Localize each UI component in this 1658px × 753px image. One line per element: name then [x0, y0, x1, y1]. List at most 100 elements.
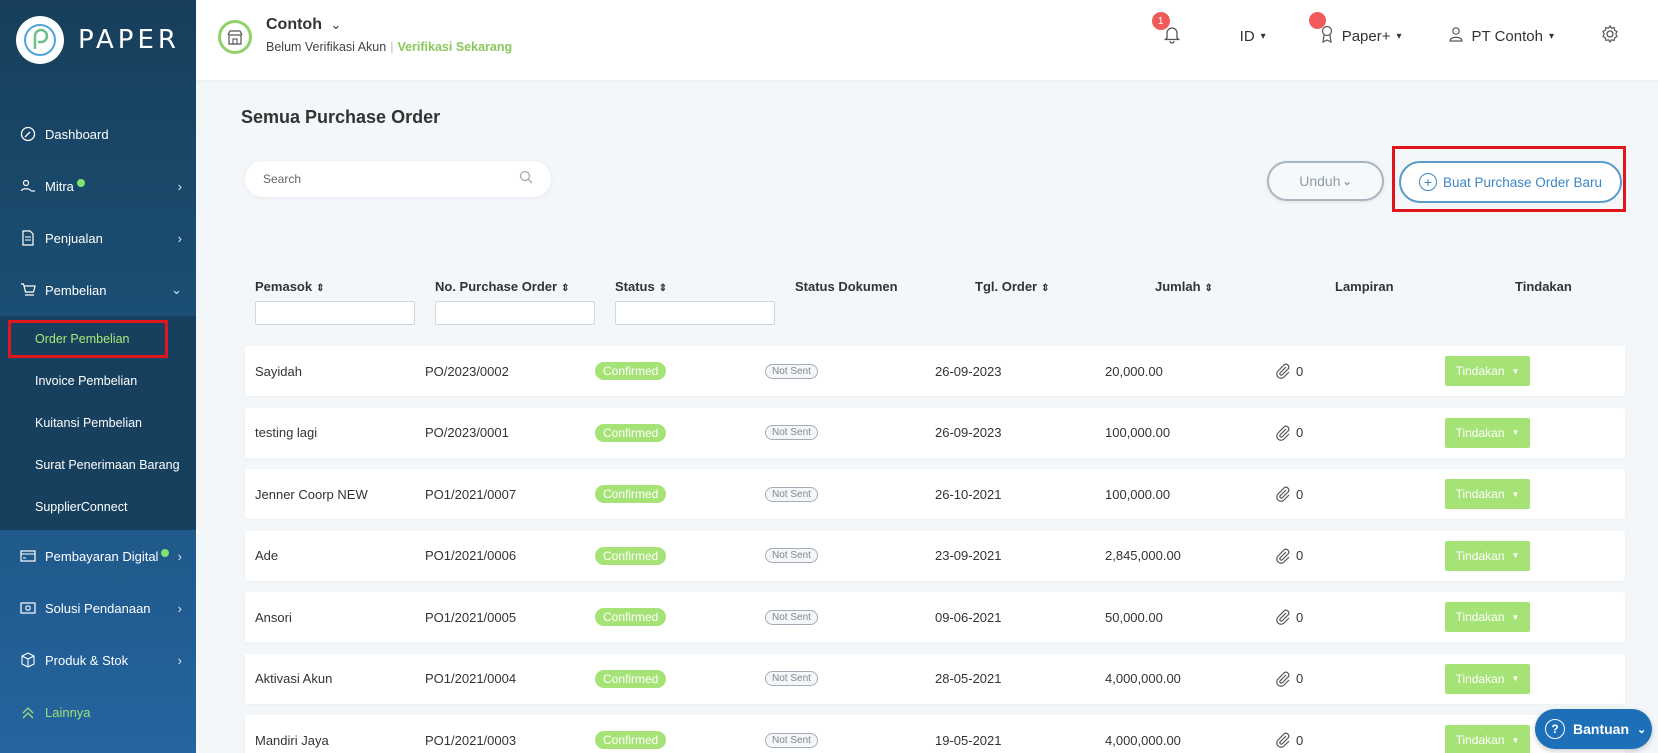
store-icon	[218, 20, 252, 54]
sort-icon: ⇕	[561, 283, 570, 294]
paperclip-icon	[1275, 548, 1291, 564]
verification-status: Belum Verifikasi Akun	[266, 40, 387, 54]
new-indicator-dot	[161, 548, 170, 557]
action-dropdown-button[interactable]: Tindakan ▼	[1445, 725, 1530, 753]
cell-po-number[interactable]: PO1/2021/0007	[425, 469, 516, 519]
cell-action: Tindakan ▼	[1445, 346, 1530, 396]
account-dropdown[interactable]: PT Contoh ▾	[1448, 26, 1554, 46]
attachment-count: 0	[1296, 609, 1304, 625]
action-dropdown-button[interactable]: Tindakan ▼	[1445, 602, 1530, 632]
search-input[interactable]	[263, 172, 519, 186]
caret-down-icon: ▾	[1396, 30, 1402, 42]
cell-attachments[interactable]: 0	[1275, 592, 1303, 642]
new-purchase-order-label: Buat Purchase Order Baru	[1442, 174, 1603, 190]
sidebar-item-mitra[interactable]: Mitra ›	[0, 160, 196, 212]
column-header-pemasok[interactable]: Pemasok ⇕	[255, 279, 324, 294]
table-row[interactable]: Jenner Coorp NEW PO1/2021/0007 Confirmed No…	[245, 469, 1625, 519]
table-row[interactable]: Sayidah PO/2023/0002 Confirmed Not Sent 26-0…	[245, 346, 1625, 396]
table-row[interactable]: testing lagi PO/2023/0001 Confirmed Not Sen…	[245, 407, 1625, 458]
language-dropdown[interactable]: ID ▾	[1240, 28, 1266, 45]
cell-order-date: 26-09-2023	[935, 425, 1002, 440]
cell-order-date: 09-06-2021	[935, 609, 1002, 625]
cell-po-number[interactable]: PO/2023/0002	[425, 346, 509, 396]
cell-supplier: Sayidah	[255, 363, 302, 379]
column-header-tgl-order[interactable]: Tgl. Order ⇕	[975, 279, 1050, 294]
action-dropdown-button[interactable]: Tindakan ▼	[1445, 356, 1530, 386]
chevron-down-icon: ⌄	[1342, 175, 1352, 188]
cell-supplier: Ansori	[255, 609, 292, 625]
paperclip-icon	[1275, 609, 1291, 625]
cell-attachments[interactable]: 0	[1275, 469, 1303, 519]
brand[interactable]: PAPER	[0, 0, 196, 80]
submenu-supplierconnect[interactable]: SupplierConnect	[0, 486, 196, 528]
submenu-order-pembelian[interactable]: Order Pembelian	[8, 320, 168, 358]
plan-alert-dot	[1308, 12, 1326, 29]
help-button[interactable]: ? Bantuan ⌄	[1535, 709, 1652, 749]
cell-order-date: 23-09-2021	[935, 548, 1002, 563]
plan-dropdown[interactable]: Paper+ ▾	[1308, 12, 1402, 47]
settings-button[interactable]	[1600, 24, 1620, 48]
doc-status-badge: Not Sent	[765, 486, 818, 502]
sidebar-item-dashboard[interactable]: Dashboard	[0, 108, 196, 160]
sidebar-item-label: Mitra	[45, 178, 74, 194]
cell-attachments[interactable]: 0	[1275, 654, 1303, 704]
sidebar-item-penjualan[interactable]: Penjualan ›	[0, 212, 196, 264]
sidebar-item-pembelian[interactable]: Pembelian ⌄	[0, 264, 196, 316]
cell-attachments[interactable]: 0	[1275, 531, 1303, 581]
users-icon	[19, 177, 37, 195]
paperclip-icon	[1275, 671, 1291, 687]
sidebar-item-solusi-pendanaan[interactable]: Solusi Pendanaan ›	[0, 582, 196, 634]
cell-order-date: 19-05-2021	[935, 732, 1002, 748]
new-purchase-order-button[interactable]: + Buat Purchase Order Baru	[1399, 161, 1622, 203]
table-row[interactable]: Ade PO1/2021/0006 Confirmed Not Sent 23-09-2…	[245, 530, 1625, 581]
column-header-status[interactable]: Status ⇕	[615, 279, 667, 294]
column-header-jumlah[interactable]: Jumlah ⇕	[1155, 279, 1213, 294]
caret-down-icon: ▼	[1511, 551, 1520, 560]
paperclip-icon	[1275, 486, 1291, 502]
sidebar-item-produk-stok[interactable]: Produk & Stok ›	[0, 634, 196, 686]
filter-po-input[interactable]	[435, 301, 595, 325]
paperclip-icon	[1275, 732, 1291, 748]
caret-down-icon: ▼	[1511, 612, 1520, 622]
cell-po-number[interactable]: PO1/2021/0005	[425, 592, 516, 642]
cell-supplier: Aktivasi Akun	[255, 671, 333, 686]
action-dropdown-button[interactable]: Tindakan ▼	[1445, 540, 1530, 571]
action-dropdown-button[interactable]: Tindakan ▼	[1445, 663, 1530, 694]
sidebar-item-lainnya[interactable]: Lainnya	[0, 686, 196, 738]
cell-order-date: 28-05-2021	[935, 671, 1002, 686]
notification-button[interactable]: 1	[1151, 12, 1182, 48]
company-switcher[interactable]: Contoh ⌄ Belum Verifikasi Akun | Verifikas…	[218, 16, 512, 54]
cell-attachments[interactable]: 0	[1275, 715, 1303, 753]
cell-supplier: testing lagi	[255, 425, 318, 440]
language-label: ID	[1239, 27, 1255, 45]
cell-po-number[interactable]: PO/2023/0001	[425, 408, 509, 458]
submenu-invoice-pembelian[interactable]: Invoice Pembelian	[0, 360, 196, 402]
action-dropdown-button[interactable]: Tindakan ▼	[1445, 479, 1530, 509]
search-box[interactable]	[245, 161, 551, 197]
doc-status-badge: Not Sent	[765, 732, 818, 748]
cell-action: Tindakan ▼	[1445, 408, 1530, 458]
filter-pemasok-input[interactable]	[255, 301, 415, 325]
column-header-no-po[interactable]: No. Purchase Order ⇕	[435, 279, 570, 294]
doc-status-badge: Not Sent	[765, 671, 818, 686]
cell-status: Confirmed	[595, 531, 667, 581]
cell-po-number[interactable]: PO1/2021/0003	[425, 715, 516, 753]
cell-po-number[interactable]: PO1/2021/0004	[425, 654, 516, 704]
sidebar-item-label: Produk & Stok	[45, 652, 129, 668]
cell-attachments[interactable]: 0	[1275, 346, 1303, 396]
attachment-count: 0	[1296, 486, 1304, 502]
gear-icon	[1600, 24, 1620, 48]
download-button[interactable]: Unduh ⌄	[1267, 161, 1384, 201]
submenu-surat-penerimaan-barang[interactable]: Surat Penerimaan Barang	[0, 444, 196, 486]
submenu-kuitansi-pembelian[interactable]: Kuitansi Pembelian	[0, 402, 196, 444]
action-dropdown-button[interactable]: Tindakan ▼	[1445, 417, 1530, 448]
table-row[interactable]: Mandiri Jaya PO1/2021/0003 Confirmed Not Se…	[245, 715, 1625, 753]
action-label: Tindakan	[1455, 364, 1505, 378]
cell-po-number[interactable]: PO1/2021/0006	[425, 531, 516, 581]
verify-now-link[interactable]: Verifikasi Sekarang	[397, 40, 512, 54]
sidebar-item-pembayaran-digital[interactable]: Pembayaran Digital ›	[0, 530, 196, 582]
table-row[interactable]: Aktivasi Akun PO1/2021/0004 Confirmed Not S…	[245, 653, 1625, 704]
filter-status-input[interactable]	[615, 301, 775, 325]
cell-attachments[interactable]: 0	[1275, 408, 1303, 458]
table-row[interactable]: Ansori PO1/2021/0005 Confirmed Not Sent 09-0…	[245, 592, 1625, 642]
